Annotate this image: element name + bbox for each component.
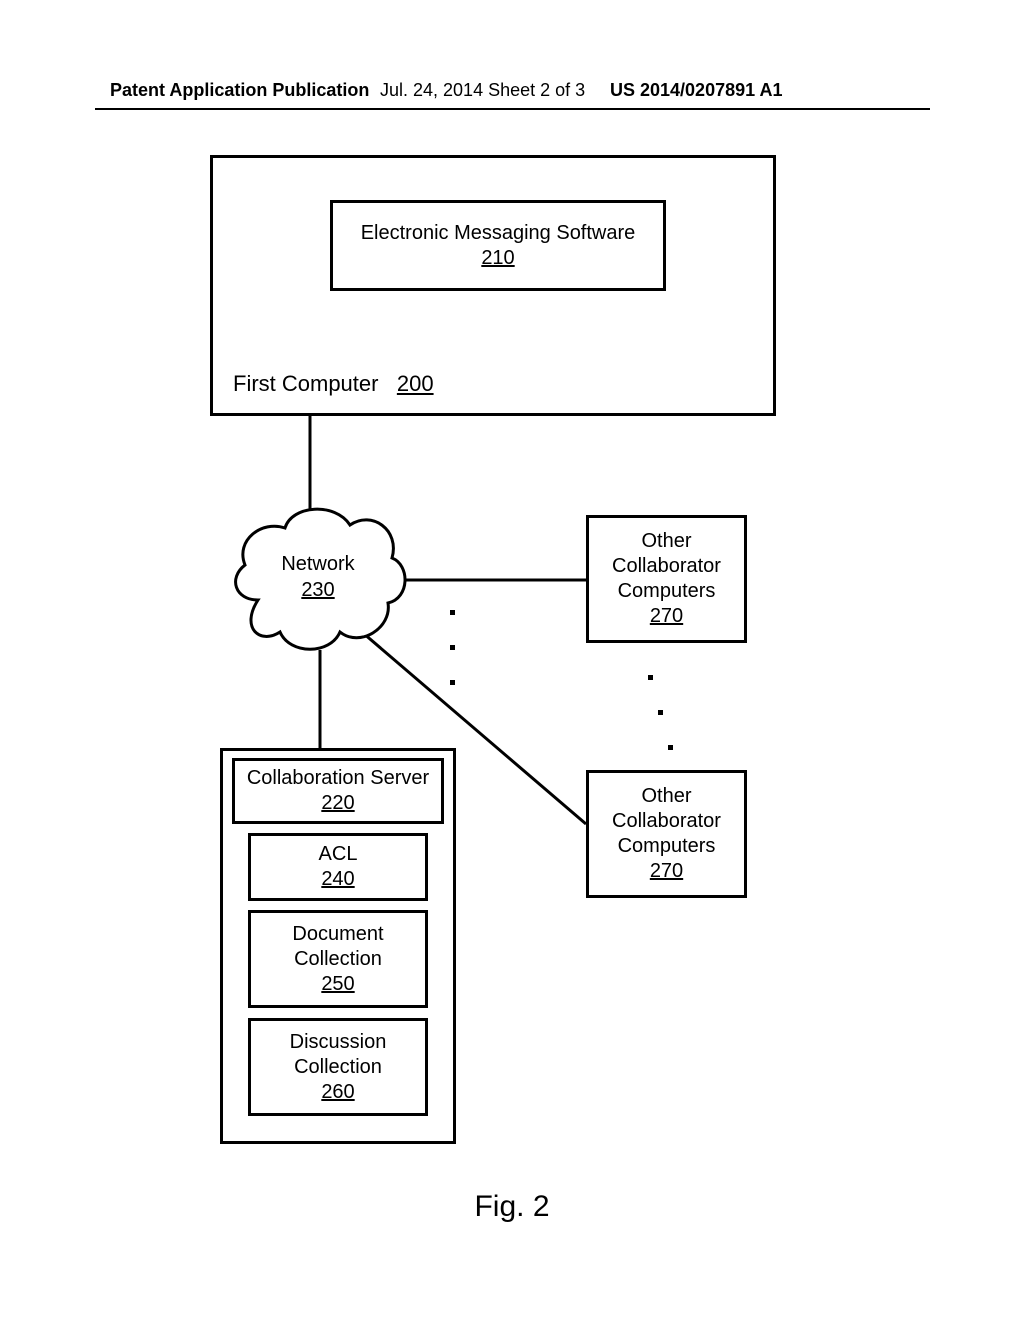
page: Patent Application Publication Jul. 24, … bbox=[0, 0, 1024, 1320]
other-collab-bottom-box: Other Collaborator Computers 270 bbox=[586, 770, 747, 898]
header-rule bbox=[95, 108, 930, 110]
acl-label: ACL bbox=[251, 842, 425, 867]
header-right: US 2014/0207891 A1 bbox=[610, 80, 782, 101]
doc-coll-label-block: Document Collection 250 bbox=[251, 922, 425, 997]
collab-server-label-block: Collaboration Server 220 bbox=[235, 766, 441, 816]
acl-ref: 240 bbox=[251, 867, 425, 892]
other-bottom-ref: 270 bbox=[589, 859, 744, 884]
messaging-ref: 210 bbox=[333, 246, 663, 271]
other-top-label-block: Other Collaborator Computers 270 bbox=[589, 529, 744, 629]
first-computer-label: First Computer 200 bbox=[233, 370, 434, 398]
other-collab-top-box: Other Collaborator Computers 270 bbox=[586, 515, 747, 643]
figure-caption: Fig. 2 bbox=[0, 1190, 1024, 1224]
collab-server-box: Collaboration Server 220 bbox=[232, 758, 444, 824]
ellipsis-mid-1 bbox=[450, 610, 455, 615]
other-bottom-label: Other Collaborator Computers bbox=[589, 784, 744, 859]
first-computer-text: First Computer bbox=[233, 371, 378, 396]
disc-coll-label: Discussion Collection bbox=[251, 1030, 425, 1080]
acl-label-block: ACL 240 bbox=[251, 842, 425, 892]
doc-coll-label: Document Collection bbox=[251, 922, 425, 972]
network-ref: 230 bbox=[301, 579, 334, 601]
disc-coll-ref: 260 bbox=[251, 1080, 425, 1105]
ellipsis-mid-2 bbox=[450, 645, 455, 650]
ellipsis-right-2 bbox=[658, 710, 663, 715]
collab-server-ref: 220 bbox=[235, 791, 441, 816]
ellipsis-right-3 bbox=[668, 745, 673, 750]
messaging-label-block: Electronic Messaging Software 210 bbox=[333, 221, 663, 271]
collab-server-label: Collaboration Server bbox=[235, 766, 441, 791]
page-header: Patent Application Publication Jul. 24, … bbox=[0, 80, 1024, 110]
first-computer-ref: 200 bbox=[397, 371, 434, 396]
messaging-software-box: Electronic Messaging Software 210 bbox=[330, 200, 666, 291]
other-bottom-label-block: Other Collaborator Computers 270 bbox=[589, 784, 744, 884]
disc-coll-label-block: Discussion Collection 260 bbox=[251, 1030, 425, 1105]
messaging-label: Electronic Messaging Software bbox=[333, 221, 663, 246]
header-mid: Jul. 24, 2014 Sheet 2 of 3 bbox=[380, 80, 585, 101]
ellipsis-right-1 bbox=[648, 675, 653, 680]
header-left: Patent Application Publication bbox=[110, 80, 369, 101]
other-top-label: Other Collaborator Computers bbox=[589, 529, 744, 604]
acl-box: ACL 240 bbox=[248, 833, 428, 901]
doc-collection-box: Document Collection 250 bbox=[248, 910, 428, 1008]
network-label: Network bbox=[281, 553, 355, 575]
ellipsis-mid-3 bbox=[450, 680, 455, 685]
doc-coll-ref: 250 bbox=[251, 972, 425, 997]
other-top-ref: 270 bbox=[589, 604, 744, 629]
discussion-collection-box: Discussion Collection 260 bbox=[248, 1018, 428, 1116]
